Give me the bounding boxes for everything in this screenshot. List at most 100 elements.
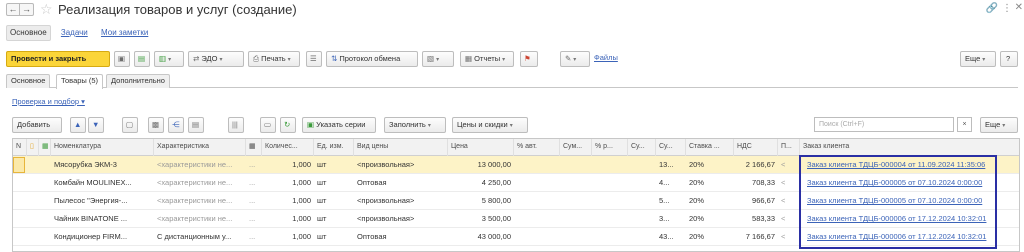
cell-sum[interactable]: 5... xyxy=(656,192,686,210)
cell-price[interactable]: 43 000,00 xyxy=(448,228,514,246)
section-tasks[interactable]: Задачи xyxy=(58,26,91,40)
cell-unit[interactable]: шт xyxy=(314,228,354,246)
col-vat[interactable]: НДС xyxy=(734,139,778,156)
col-sum3[interactable]: Су... xyxy=(656,139,686,156)
cell-sum[interactable]: 4... xyxy=(656,174,686,192)
tab-additional[interactable]: Дополнительно xyxy=(106,74,170,88)
col-n[interactable]: N xyxy=(13,139,27,156)
cell-sum[interactable]: 43... xyxy=(656,228,686,246)
col-p[interactable]: П... xyxy=(778,139,800,156)
reports-button[interactable]: ▦ Отчеты ▾ xyxy=(460,51,514,67)
cell-characteristic[interactable]: С дистанционным у... xyxy=(154,228,246,246)
section-notes[interactable]: Мои заметки xyxy=(98,26,151,40)
cell-p[interactable]: < xyxy=(778,156,800,174)
check-and-select-link[interactable]: Проверка и подбор ▾ xyxy=(12,97,85,106)
cell-characteristic[interactable]: <характеристики не... xyxy=(154,156,246,174)
select-goods-button[interactable]: ▤ xyxy=(188,117,204,133)
cell-rate[interactable]: 20% xyxy=(686,210,734,228)
cell-price-type[interactable]: <произвольная> xyxy=(354,192,448,210)
copy-row-button[interactable]: ▢ xyxy=(122,117,138,133)
table-more-button[interactable]: Еще ▾ xyxy=(980,117,1018,133)
cell-price-type[interactable]: Оптовая xyxy=(354,174,448,192)
cell-quantity[interactable]: 1,000 xyxy=(262,192,314,210)
col-characteristic[interactable]: Характеристика xyxy=(154,139,246,156)
cell-quantity[interactable]: 1,000 xyxy=(262,210,314,228)
cell-sum[interactable]: 3... xyxy=(656,210,686,228)
col-icon3[interactable]: ▦ xyxy=(246,139,262,156)
forward-arrow-icon[interactable]: → xyxy=(20,3,34,16)
cell-p[interactable]: < xyxy=(778,210,800,228)
cell-price-type[interactable]: <произвольная> xyxy=(354,156,448,174)
structure-button[interactable]: ☰ xyxy=(306,51,322,67)
search-input[interactable]: Поиск (Ctrl+F) xyxy=(814,117,954,132)
attachments-button[interactable]: ▧ ▾ xyxy=(422,51,454,67)
cell-vat[interactable]: 2 166,67 xyxy=(734,156,778,174)
cell-rate[interactable]: 20% xyxy=(686,174,734,192)
close-icon[interactable]: ✕ xyxy=(1015,2,1023,13)
cell-p[interactable]: < xyxy=(778,192,800,210)
help-button[interactable]: ? xyxy=(1000,51,1018,67)
cell-quantity[interactable]: 1,000 xyxy=(262,156,314,174)
col-price-type[interactable]: Вид цены xyxy=(354,139,448,156)
tab-goods[interactable]: Товары (5) xyxy=(56,74,104,89)
cell-quantity[interactable]: 1,000 xyxy=(262,228,314,246)
cell-vat[interactable]: 583,33 xyxy=(734,210,778,228)
barcode-button[interactable]: ||| xyxy=(228,117,244,133)
col-rate[interactable]: Ставка ... xyxy=(686,139,734,156)
load-from-file-button[interactable]: ▭ xyxy=(260,117,276,133)
fill-button[interactable]: Заполнить ▾ xyxy=(384,117,446,133)
section-main[interactable]: Основное xyxy=(6,25,51,41)
cell-price-type[interactable]: <произвольная> xyxy=(354,210,448,228)
col-nomenclature[interactable]: Номенклатура xyxy=(51,139,154,156)
cell-sum[interactable]: 13... xyxy=(656,156,686,174)
col-sum1[interactable]: Сум... xyxy=(560,139,592,156)
row-selector[interactable] xyxy=(13,157,25,173)
attach-button[interactable]: ✎ ▾ xyxy=(560,51,590,67)
specify-series-button[interactable]: ▣ Указать серии xyxy=(302,117,376,133)
tasks-button[interactable]: ⚑ xyxy=(520,51,538,67)
split-row-button[interactable]: ⋲ xyxy=(168,117,184,133)
cell-vat[interactable]: 7 166,67 xyxy=(734,228,778,246)
save-button[interactable]: ▣ xyxy=(114,51,130,67)
cell-rate[interactable]: 20% xyxy=(686,156,734,174)
favorite-star-icon[interactable]: ☆ xyxy=(40,1,53,17)
edo-button[interactable]: ⇄ ЭДО ▾ xyxy=(188,51,244,67)
tab-main[interactable]: Основное xyxy=(6,74,51,88)
prices-discounts-button[interactable]: Цены и скидки ▾ xyxy=(452,117,528,133)
cell-nomenclature[interactable]: Кондиционер FIRM... xyxy=(51,228,154,246)
cell-quantity[interactable]: 1,000 xyxy=(262,174,314,192)
col-sum2[interactable]: Су... xyxy=(628,139,656,156)
more-vertical-icon[interactable]: ⋮ xyxy=(1002,3,1012,14)
cell-price[interactable]: 4 250,00 xyxy=(448,174,514,192)
cell-characteristic[interactable]: <характеристики не... xyxy=(154,192,246,210)
cell-price[interactable]: 3 500,00 xyxy=(448,210,514,228)
add-row-button[interactable]: Добавить xyxy=(12,117,62,133)
files-link[interactable]: Файлы xyxy=(594,53,618,62)
move-down-button[interactable]: ▼ xyxy=(88,117,104,133)
cell-p[interactable]: < xyxy=(778,174,800,192)
col-quantity[interactable]: Количес... xyxy=(262,139,314,156)
cell-characteristic[interactable]: <характеристики не... xyxy=(154,174,246,192)
cell-unit[interactable]: шт xyxy=(314,174,354,192)
cell-nomenclature[interactable]: Чайник BINATONE ... xyxy=(51,210,154,228)
col-price[interactable]: Цена xyxy=(448,139,514,156)
post-and-close-button[interactable]: Провести и закрыть xyxy=(6,51,110,67)
refresh-button[interactable]: ↻ xyxy=(280,117,296,133)
create-based-on-button[interactable]: ▥ ▾ xyxy=(154,51,184,67)
cell-unit[interactable]: шт xyxy=(314,210,354,228)
cell-characteristic[interactable]: <характеристики не... xyxy=(154,210,246,228)
cell-price-type[interactable]: Оптовая xyxy=(354,228,448,246)
col-auto-pct[interactable]: % авт. xyxy=(514,139,560,156)
link-icon[interactable]: 🔗 xyxy=(986,3,998,14)
col-client-order[interactable]: Заказ клиента xyxy=(800,139,1019,156)
cell-price[interactable]: 13 000,00 xyxy=(448,156,514,174)
cell-vat[interactable]: 966,67 xyxy=(734,192,778,210)
col-icon2[interactable]: ▦ xyxy=(39,139,51,156)
cell-price[interactable]: 5 800,00 xyxy=(448,192,514,210)
cell-rate[interactable]: 20% xyxy=(686,228,734,246)
cell-nomenclature[interactable]: Пылесос "Энергия-... xyxy=(51,192,154,210)
col-unit[interactable]: Ед. изм. xyxy=(314,139,354,156)
exchange-protocol-button[interactable]: ⇅ Протокол обмена xyxy=(326,51,418,67)
cell-rate[interactable]: 20% xyxy=(686,192,734,210)
cell-nomenclature[interactable]: Мясорубка ЭКМ-3 xyxy=(51,156,154,174)
